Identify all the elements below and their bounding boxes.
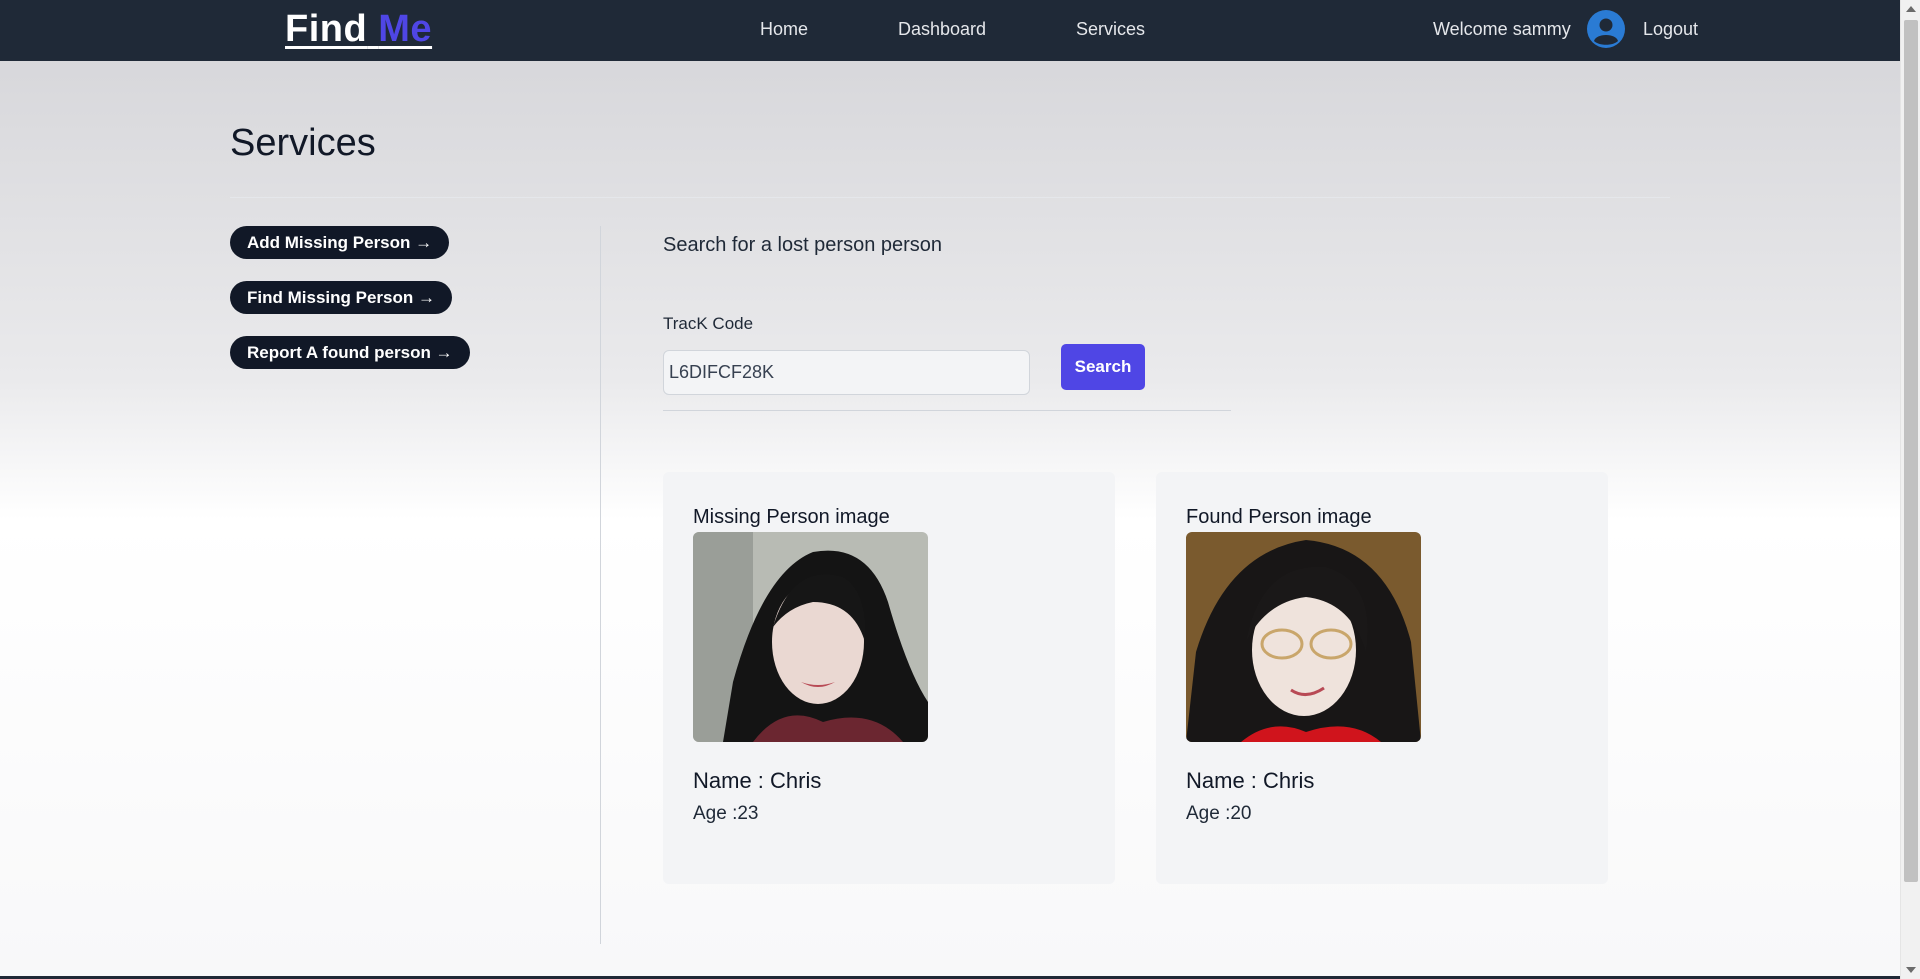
scroll-down-arrow-icon[interactable]: [1906, 967, 1916, 973]
card-age: Age :23: [693, 803, 759, 824]
form-divider: [663, 410, 1231, 411]
missing-person-card: Missing Person image Name : Chris Age :2…: [663, 472, 1115, 884]
found-person-card: Found Person image Name : Chris Age :20: [1156, 472, 1608, 884]
nav-dashboard-link[interactable]: Dashboard: [898, 19, 986, 40]
vertical-divider: [600, 226, 601, 944]
user-circle-icon[interactable]: [1587, 10, 1625, 48]
track-code-input[interactable]: [663, 350, 1030, 395]
card-name: Name : Chris: [1186, 768, 1315, 793]
scrollbar[interactable]: [1900, 0, 1920, 979]
title-divider: [230, 197, 1670, 198]
add-missing-person-button[interactable]: Add Missing Person →: [230, 226, 450, 259]
logo-text-find: Find: [285, 8, 368, 50]
navbar: Find Me Home Dashboard Services Welcome …: [0, 0, 1900, 61]
card-name: Name : Chris: [693, 768, 822, 793]
card-age: Age :20: [1186, 803, 1252, 824]
missing-person-photo: [693, 532, 928, 742]
search-heading: Search for a lost person person: [663, 234, 943, 256]
scroll-up-arrow-icon[interactable]: [1906, 6, 1916, 12]
card-image-label: Missing Person image: [693, 506, 890, 528]
logo-text-me: Me: [378, 8, 433, 50]
welcome-text: Welcome sammy: [1433, 19, 1571, 39]
nav-home-link[interactable]: Home: [760, 19, 808, 40]
logout-link[interactable]: Logout: [1643, 19, 1698, 40]
card-image-label: Found Person image: [1186, 506, 1372, 528]
search-button[interactable]: Search: [1061, 344, 1145, 390]
track-code-label: TracK Code: [663, 314, 754, 333]
nav-services-link[interactable]: Services: [1076, 19, 1145, 40]
logo[interactable]: Find Me: [285, 8, 432, 51]
report-found-person-button[interactable]: Report A found person →: [230, 336, 470, 369]
find-missing-person-button[interactable]: Find Missing Person →: [230, 281, 452, 314]
scrollbar-thumb[interactable]: [1904, 20, 1918, 882]
page-title: Services: [230, 122, 376, 164]
found-person-photo: [1186, 532, 1421, 742]
